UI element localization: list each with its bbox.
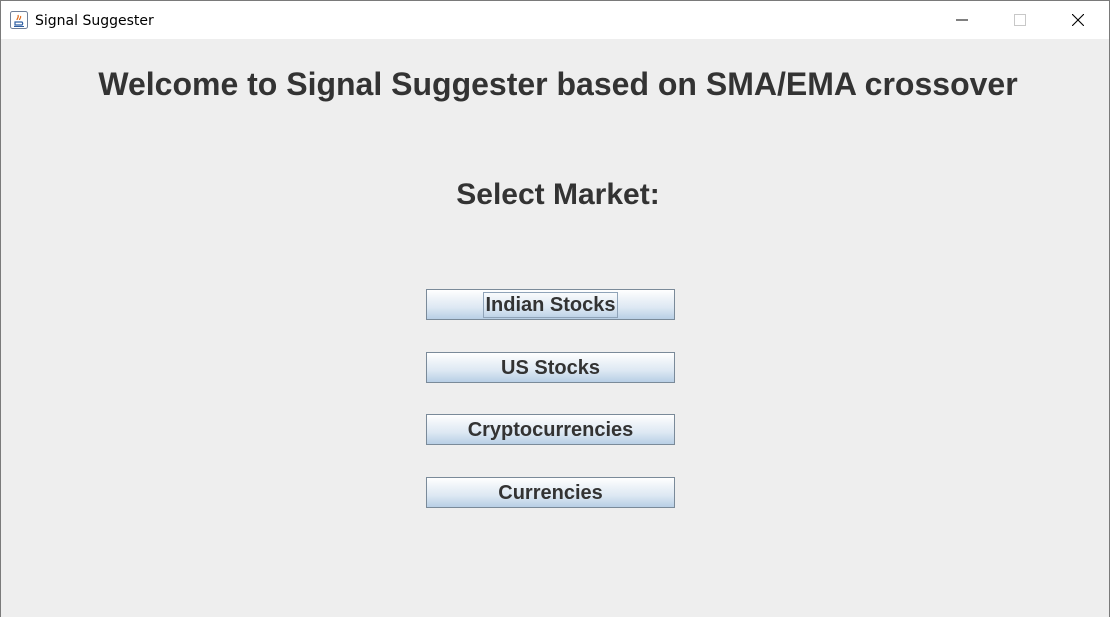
currencies-button-label: Currencies bbox=[498, 481, 603, 504]
select-market-label: Select Market: bbox=[456, 178, 660, 211]
us-stocks-button-label: US Stocks bbox=[501, 356, 600, 379]
minimize-icon bbox=[956, 19, 968, 21]
java-app-icon bbox=[10, 11, 28, 29]
indian-stocks-button-label: Indian Stocks bbox=[483, 291, 618, 318]
indian-stocks-button[interactable]: Indian Stocks bbox=[426, 289, 675, 320]
minimize-button[interactable] bbox=[933, 1, 991, 39]
close-icon bbox=[1072, 14, 1084, 26]
us-stocks-button[interactable]: US Stocks bbox=[426, 352, 675, 383]
main-panel: Welcome to Signal Suggester based on SMA… bbox=[1, 39, 1109, 617]
title-bar[interactable]: Signal Suggester bbox=[1, 1, 1109, 39]
maximize-button[interactable] bbox=[991, 1, 1049, 39]
close-button[interactable] bbox=[1049, 1, 1107, 39]
window-title: Signal Suggester bbox=[35, 13, 154, 29]
welcome-heading: Welcome to Signal Suggester based on SMA… bbox=[98, 66, 1018, 102]
maximize-icon bbox=[1014, 14, 1026, 26]
currencies-button[interactable]: Currencies bbox=[426, 477, 675, 508]
cryptocurrencies-button[interactable]: Cryptocurrencies bbox=[426, 414, 675, 445]
cryptocurrencies-button-label: Cryptocurrencies bbox=[467, 418, 634, 441]
app-window: Signal Suggester Welcome to Signal Sugge… bbox=[0, 0, 1110, 617]
